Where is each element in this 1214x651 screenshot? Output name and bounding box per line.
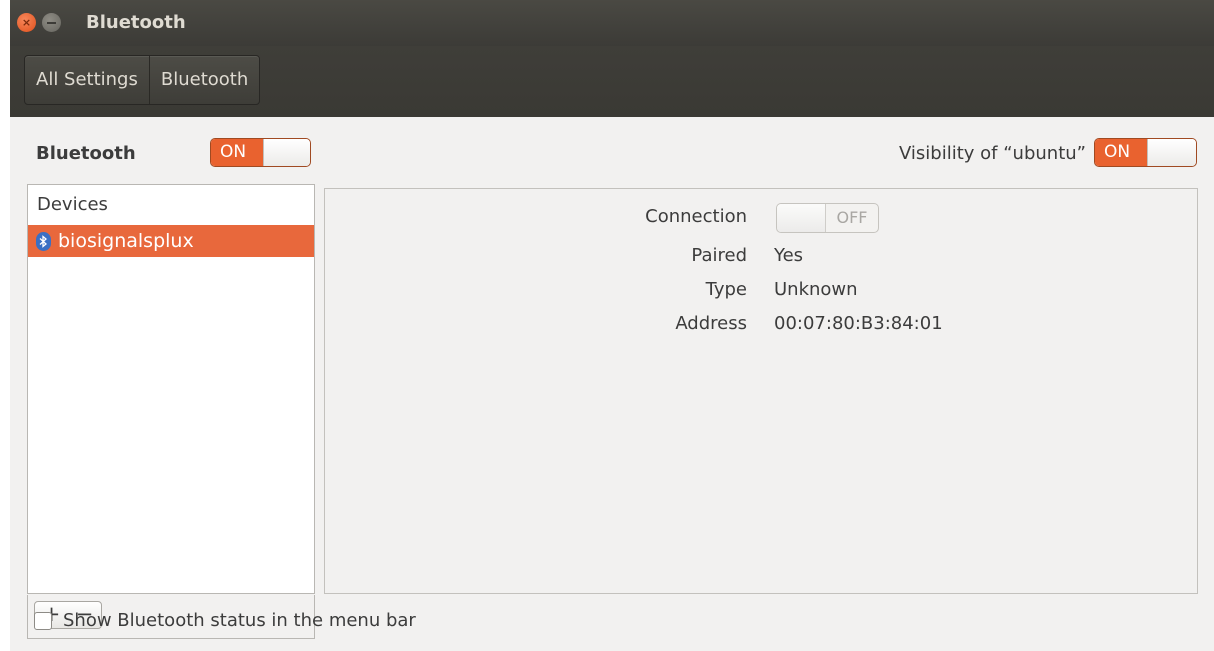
visibility-toggle[interactable]: ON (1094, 138, 1197, 167)
window-title: Bluetooth (86, 12, 186, 33)
bluetooth-label: Bluetooth (36, 143, 136, 164)
type-label: Type (705, 279, 747, 300)
devices-list: Devices biosignalsplux (27, 184, 315, 594)
connection-label: Connection (645, 206, 747, 227)
menu-bar-status-option[interactable]: Show Bluetooth status in the menu bar (34, 610, 416, 631)
paired-label: Paired (691, 245, 747, 266)
settings-panel: Bluetooth ON Visibility of “ubuntu” ON D… (10, 117, 1214, 651)
address-label: Address (675, 313, 747, 334)
title-bar: × Bluetooth (10, 0, 1214, 46)
close-icon[interactable]: × (17, 13, 36, 32)
toggle-knob (777, 204, 826, 232)
devices-header: Devices (37, 194, 108, 215)
breadcrumb-bluetooth[interactable]: Bluetooth (148, 56, 259, 104)
breadcrumb: All Settings Bluetooth (24, 55, 261, 105)
type-value: Unknown (774, 279, 858, 300)
device-name: biosignalsplux (58, 230, 194, 252)
list-item[interactable]: biosignalsplux (28, 225, 314, 257)
paired-value: Yes (774, 245, 804, 266)
connection-toggle-state: OFF (836, 208, 868, 227)
menu-bar-status-label: Show Bluetooth status in the menu bar (63, 610, 416, 631)
breadcrumb-all-settings[interactable]: All Settings (25, 56, 149, 104)
device-details-panel: Connection OFF Paired Yes Type Unknown A… (324, 188, 1198, 594)
visibility-label: Visibility of “ubuntu” (899, 143, 1086, 164)
bluetooth-toggle-state: ON (211, 139, 263, 166)
bluetooth-icon (36, 231, 51, 251)
visibility-toggle-state: ON (1095, 139, 1147, 166)
bluetooth-toggle[interactable]: ON (210, 138, 311, 167)
toolbar: All Settings Bluetooth (10, 46, 1214, 117)
address-value: 00:07:80:B3:84:01 (774, 313, 943, 334)
connection-toggle[interactable]: OFF (776, 203, 879, 233)
minimize-icon[interactable] (42, 13, 61, 32)
menu-bar-status-checkbox[interactable] (34, 611, 52, 630)
toggle-knob (263, 139, 310, 166)
toggle-knob (1147, 139, 1196, 166)
